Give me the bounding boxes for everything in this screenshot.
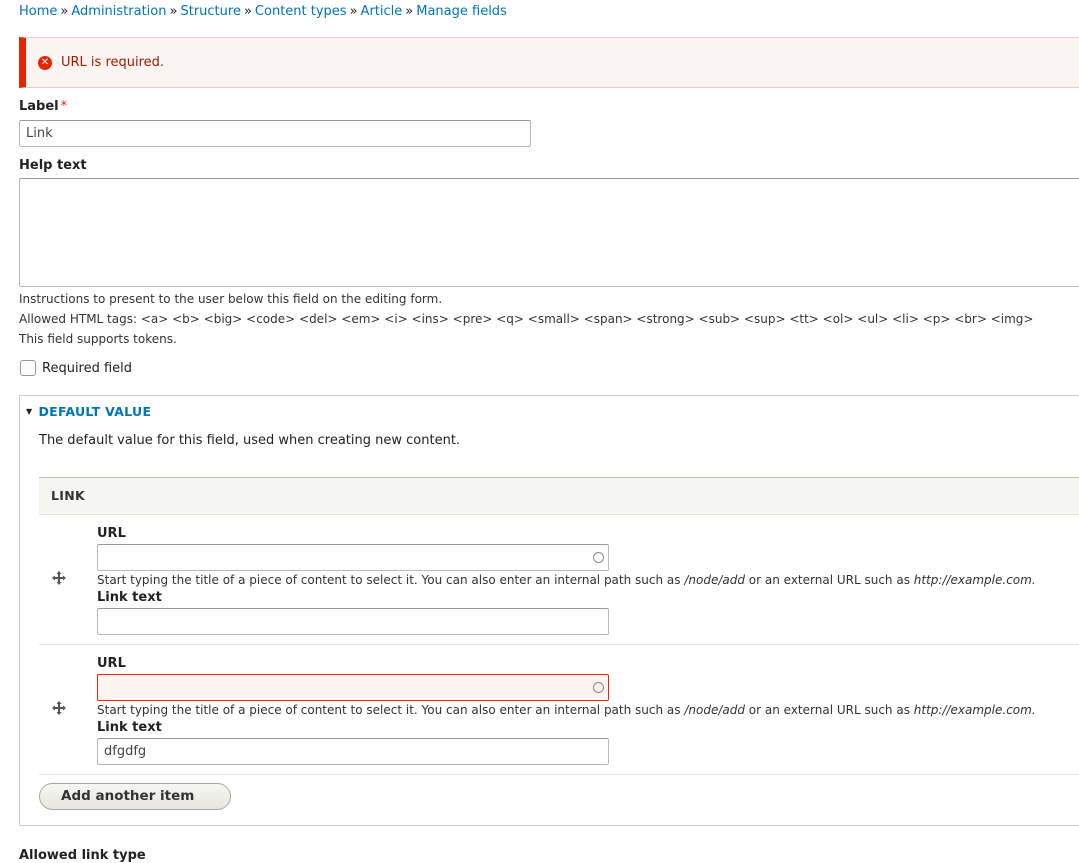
label-field-label-text: Label [19,99,59,114]
breadcrumb-home[interactable]: Home [19,4,57,19]
link-text-input[interactable]: dfgdfg [97,738,609,765]
breadcrumb-separator: » [243,4,252,19]
default-value-description: The default value for this field, used w… [39,433,461,448]
autocomplete-throbber-icon [593,682,604,693]
table-row: URL Start typing the title of a piece of… [39,645,1079,775]
drag-handle-icon[interactable] [51,570,67,586]
tokens-note: This field supports tokens. [19,332,177,346]
table-header: LINK [39,477,1079,515]
link-items-table: LINK URL Start typing the title of a pie… [39,477,1079,775]
label-field-label: Label * [19,99,67,114]
link-text-input[interactable] [97,608,609,635]
required-marker: * [60,99,68,114]
breadcrumb-separator: » [349,4,358,19]
url-desc-text: Start typing the title of a piece of con… [97,703,685,717]
required-field-label[interactable]: Required field [42,361,132,376]
allowed-html-tags: Allowed HTML tags: <a> <b> <big> <code> … [19,312,1034,326]
help-text-textarea[interactable] [19,178,1079,287]
caret-down-icon: ▼ [26,407,33,416]
add-another-item-button[interactable]: Add another item [39,783,232,810]
breadcrumb-content-types[interactable]: Content types [255,4,347,19]
help-text-description: Instructions to present to the user belo… [19,292,443,306]
breadcrumb-manage-fields[interactable]: Manage fields [416,4,507,19]
url-desc-text: or an external URL such as [744,573,914,587]
url-desc-example: http://example.com. [913,703,1036,717]
url-desc-path: /node/add [684,703,745,717]
breadcrumb-structure[interactable]: Structure [180,4,240,19]
error-message-text: URL is required. [61,55,165,70]
url-label: URL [97,656,126,671]
url-description: Start typing the title of a piece of con… [97,573,1036,587]
default-value-summary-text[interactable]: DEFAULT VALUE [38,404,151,419]
breadcrumb: Home» Administration» Structure» Content ty… [19,3,507,21]
autocomplete-throbber-icon [593,552,604,563]
breadcrumb-separator: » [60,4,69,19]
url-desc-path: /node/add [684,573,745,587]
url-desc-example: http://example.com. [913,573,1036,587]
breadcrumb-administration[interactable]: Administration [71,4,166,19]
url-description: Start typing the title of a piece of con… [97,703,1036,717]
default-value-details: ▼ DEFAULT VALUE The default value for th… [19,395,1079,826]
required-field-checkbox[interactable] [20,360,36,376]
breadcrumb-separator: » [405,4,414,19]
url-desc-text: or an external URL such as [744,703,914,717]
error-icon: ✕ [38,55,52,70]
label-input[interactable]: Link [19,120,531,147]
url-input[interactable] [97,544,609,571]
url-input-error[interactable] [97,674,609,701]
link-text-label: Link text [97,590,162,605]
breadcrumb-separator: » [169,4,178,19]
table-row: URL Start typing the title of a piece of… [39,515,1079,645]
link-text-label: Link text [97,720,162,735]
default-value-summary[interactable]: ▼ DEFAULT VALUE [26,404,151,419]
required-field-row: Required field [19,360,132,376]
url-desc-text: Start typing the title of a piece of con… [97,573,685,587]
url-label: URL [97,526,126,541]
drag-handle-icon[interactable] [51,700,67,716]
breadcrumb-article[interactable]: Article [361,4,403,19]
error-message: ✕ URL is required. [19,37,1079,88]
help-text-label: Help text [19,158,87,173]
